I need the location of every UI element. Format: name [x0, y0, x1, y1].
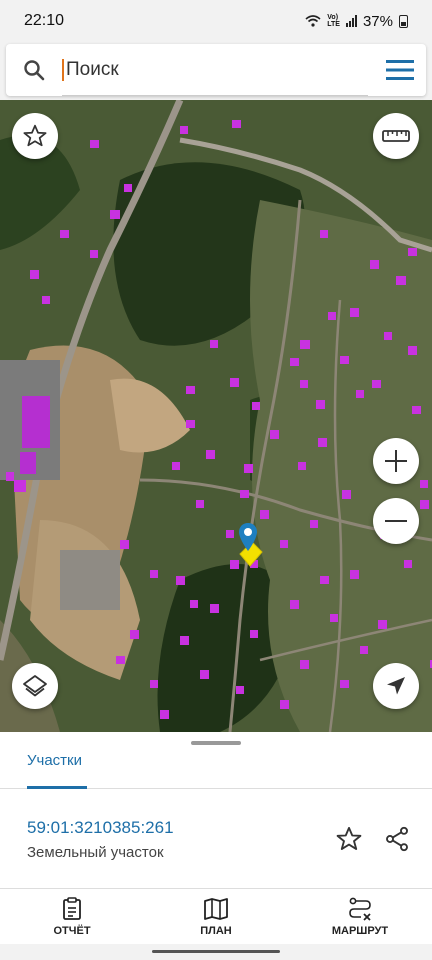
status-indicators: Vo) LTE 37%	[305, 13, 408, 30]
menu-icon	[386, 60, 414, 80]
favorite-parcel-button[interactable]	[332, 822, 366, 856]
nav-route[interactable]: МАРШРУТ	[288, 889, 432, 944]
plus-icon	[385, 450, 407, 472]
parcel-type: Земельный участок	[27, 844, 164, 861]
location-pin-icon[interactable]	[238, 522, 258, 552]
search-input[interactable]: Поиск	[62, 44, 368, 96]
text-cursor	[62, 58, 64, 81]
star-icon	[336, 826, 362, 850]
status-time: 22:10	[24, 12, 65, 29]
map-imagery	[0, 100, 432, 732]
wifi-icon	[305, 15, 321, 27]
nav-report-label: ОТЧЁТ	[53, 924, 91, 937]
menu-button[interactable]	[378, 48, 422, 92]
favorite-button[interactable]	[12, 113, 58, 159]
layers-icon	[23, 675, 47, 697]
nav-route-label: МАРШРУТ	[331, 924, 389, 937]
search-bar: Поиск	[0, 42, 432, 100]
tab-indicator	[27, 786, 87, 789]
search-placeholder: Поиск	[66, 58, 119, 80]
volte-icon: Vo) LTE	[327, 14, 340, 28]
star-icon	[23, 124, 47, 147]
nav-report[interactable]: ОТЧЁТ	[0, 889, 144, 944]
search-box[interactable]: Поиск	[6, 44, 426, 96]
parcel-sheet: Участки 59:01:3210385:261 Земельный учас…	[0, 732, 432, 888]
navigation-arrow-icon	[387, 677, 405, 695]
bottom-navigation: ОТЧЁТ ПЛАН МАРШРУТ	[0, 888, 432, 944]
gesture-handle[interactable]	[152, 950, 280, 953]
nav-plan[interactable]: ПЛАН	[144, 889, 288, 944]
zoom-in-button[interactable]	[373, 438, 419, 484]
ruler-icon	[382, 130, 410, 142]
parcel-cadastral-number[interactable]: 59:01:3210385:261	[27, 818, 174, 838]
route-icon	[349, 897, 371, 921]
clipboard-icon	[63, 896, 81, 920]
search-icon[interactable]	[6, 59, 62, 81]
satellite-map[interactable]	[0, 100, 432, 732]
share-icon	[386, 826, 408, 852]
layers-button[interactable]	[12, 663, 58, 709]
map-icon	[204, 897, 228, 920]
zoom-out-button[interactable]	[373, 498, 419, 544]
share-button[interactable]	[380, 822, 414, 856]
tab-parcels[interactable]: Участки	[27, 752, 82, 769]
nav-plan-label: ПЛАН	[200, 924, 232, 937]
signal-icon	[345, 15, 357, 27]
gesture-bar	[0, 944, 432, 960]
drag-handle[interactable]	[191, 741, 241, 745]
my-location-button[interactable]	[373, 663, 419, 709]
minus-icon	[385, 520, 407, 522]
battery-percent: 37%	[362, 12, 393, 30]
battery-icon	[399, 14, 408, 28]
status-bar: 22:10 Vo) LTE 37%	[0, 0, 432, 42]
ruler-button[interactable]	[373, 113, 419, 159]
